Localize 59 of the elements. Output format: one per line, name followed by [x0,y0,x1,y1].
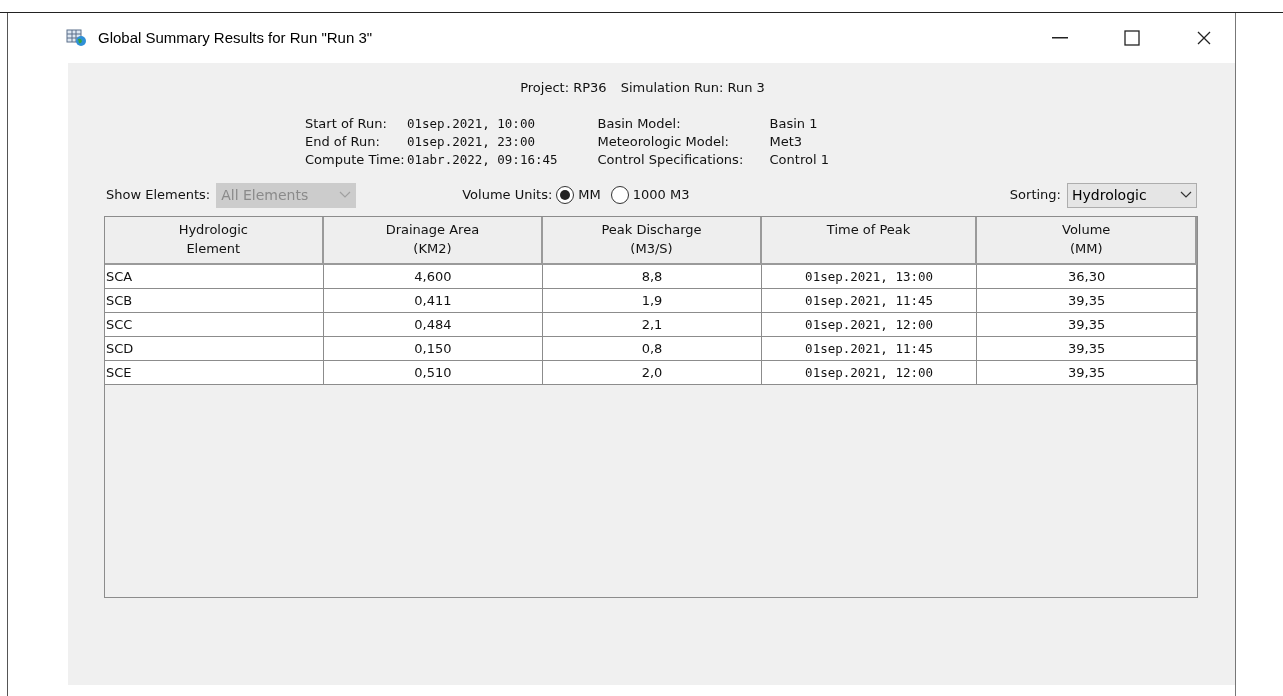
close-icon [1196,30,1212,46]
info-value: 01sep.2021, 10:00 [407,114,536,133]
table-cell: 39,35 [977,312,1197,337]
info-label: End of Run: [305,132,381,151]
info-label: Compute Time: [305,150,406,169]
info-value: Control 1 [769,150,829,169]
table-cell: SCD [105,336,324,361]
minimize-icon [1052,37,1068,39]
table-cell: 36,30 [977,264,1197,289]
info-value: Met3 [769,132,804,151]
column-header[interactable]: Hydrologic Element [105,216,324,265]
info-label: Start of Run: [305,114,388,133]
info-value: 01sep.2021, 23:00 [407,132,536,151]
radio-button[interactable] [556,186,575,204]
table-cell: 8,8 [543,264,762,289]
table-cell: 01sep.2021, 12:00 [761,312,978,337]
radio-button[interactable] [610,186,629,204]
table-cell: SCA [105,264,324,289]
table-cell: 2,0 [543,360,762,385]
maximize-icon [1124,30,1140,46]
table-cell: SCE [105,360,324,385]
info-label: Meteorologic Model: [597,132,730,151]
table-cell: 39,35 [977,288,1197,313]
radio-option[interactable]: MM [556,185,601,205]
table-cell: 4,600 [323,264,544,289]
chevron-icon [1180,191,1192,199]
column-header[interactable]: Volume (MM) [977,216,1197,265]
info-label: Control Specifications: [597,150,745,169]
app-icon [66,29,88,47]
table-cell: 39,35 [977,360,1197,385]
table-cell: SCB [105,288,324,313]
column-header[interactable]: Drainage Area (KM2) [323,216,544,265]
radio-option[interactable]: 1000 M3 [610,185,690,205]
chevron-icon [339,191,352,199]
project-text: Project: RP36 [520,79,607,97]
dropdown[interactable]: Hydrologic [1067,182,1197,208]
simulation-run-text: Simulation Run: Run 3 [620,79,765,97]
show-elements-label: Show Elements: [106,186,211,205]
table-cell: 01sep.2021, 11:45 [761,288,978,313]
table-cell: 01sep.2021, 12:00 [761,360,978,385]
table-cell: SCC [105,312,324,337]
table-cell: 0,484 [323,312,544,337]
table-cell: 0,510 [323,360,544,385]
window-title: Global Summary Results for Run "Run 3" [98,27,373,48]
table-cell: 2,1 [543,312,762,337]
column-header[interactable]: Time of Peak [761,216,978,265]
info-value: 01abr.2022, 09:16:45 [407,150,558,169]
info-label: Basin Model: [597,114,682,133]
table-cell: 1,9 [543,288,762,313]
table-cell: 0,8 [543,336,762,361]
table-cell: 01sep.2021, 13:00 [761,264,978,289]
table-cell: 0,150 [323,336,544,361]
volume-units-label: Volume Units: [462,186,553,205]
table-cell: 0,411 [323,288,544,313]
table-cell: 01sep.2021, 11:45 [761,336,978,361]
sorting-label: Sorting: [1009,186,1061,205]
column-header[interactable]: Peak Discharge (M3/S) [543,216,762,265]
table-cell: 39,35 [977,336,1197,361]
info-value: Basin 1 [769,114,819,133]
